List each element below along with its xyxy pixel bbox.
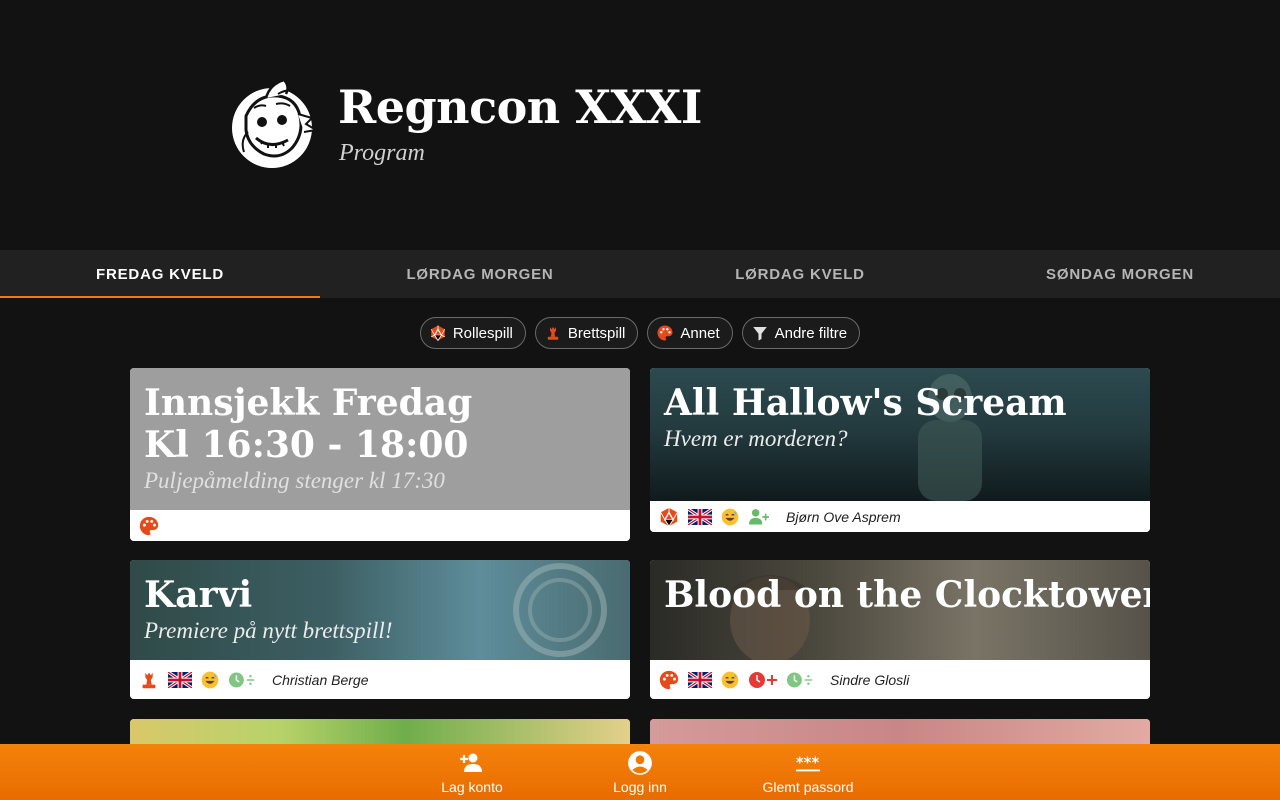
goat-logo-icon[interactable] [226,74,322,174]
event-meta: Sindre Glosli [650,660,1150,699]
account-circle-icon [628,750,652,775]
d20-icon [430,325,445,342]
clock-plus-icon [749,671,777,688]
d20-icon [660,507,678,527]
filter-chip-annet[interactable]: Annet [647,317,733,349]
create-account-button[interactable]: Lag konto [388,744,556,800]
filter-chip-andre-filtre[interactable]: Andre filtre [741,317,861,349]
laughing-face-icon [721,671,739,688]
palette-icon [657,325,673,341]
chess-piece-icon [142,672,156,688]
filter-label: Annet [680,324,720,342]
event-title: Blood on the Clocktower [664,574,1150,616]
event-meta [130,510,630,541]
filter-label: Brettspill [567,324,626,342]
palette-icon [139,516,159,535]
event-title: Innsjekk Fredag [144,382,473,424]
event-card-banner: Innsjekk Fredag Kl 16:30 - 18:00 Puljepå… [130,368,630,510]
svg-text:***: *** [796,753,820,771]
laughing-face-icon [201,671,219,688]
banner-pattern-image [513,563,607,657]
password-icon: *** [795,753,821,771]
event-card-all-hallows-scream[interactable]: All Hallow's Scream Hvem er morderen? Bj… [650,368,1150,532]
event-card-banner: Karvi Premiere på nytt brettspill! [130,560,630,660]
header: Regncon XXXI Program [0,0,1280,250]
event-card-banner: All Hallow's Scream Hvem er morderen? [650,368,1150,501]
add-person-icon [749,508,769,524]
event-card-innsjekk[interactable]: Innsjekk Fredag Kl 16:30 - 18:00 Puljepå… [130,368,630,541]
clock-split-icon [786,672,813,687]
tab-sondag-morgen[interactable]: SØNDAG MORGEN [960,250,1280,298]
filter-label: Andre filtre [774,324,848,342]
bottom-nav: Lag konto Logg inn *** Glemt passord [0,744,1280,800]
event-card-banner: Blood on the Clocktower [650,560,1150,660]
login-button[interactable]: Logg inn [556,744,724,800]
uk-flag-icon [168,671,192,688]
login-label: Logg inn [613,778,667,795]
create-account-label: Lag konto [441,778,503,795]
chess-piece-icon [547,327,559,340]
tab-fredag-kveld[interactable]: FREDAG KVELD [0,250,320,298]
laughing-face-icon [721,508,739,525]
clock-split-icon [228,672,255,687]
day-tabs: FREDAG KVELD LØRDAG MORGEN LØRDAG KVELD … [0,250,1280,298]
filter-chip-rollespill[interactable]: Rollespill [419,317,526,349]
tab-lordag-kveld[interactable]: LØRDAG KVELD [640,250,960,298]
event-meta: Christian Berge [130,660,630,699]
tab-lordag-morgen[interactable]: LØRDAG MORGEN [320,250,640,298]
game-master-name: Sindre Glosli [830,671,910,688]
game-master-name: Bjørn Ove Asprem [786,508,901,525]
site-title: Regncon XXXI [338,80,702,134]
uk-flag-icon [688,508,712,525]
filter-icon [752,327,767,341]
event-subtitle: Hvem er morderen? [664,426,848,451]
event-title: Karvi [144,574,253,616]
filter-label: Rollespill [452,324,513,342]
uk-flag-icon [688,671,712,688]
event-subtitle: Puljepåmelding stenger kl 17:30 [144,468,445,493]
forgot-password-button[interactable]: *** Glemt passord [724,744,892,800]
event-meta: Bjørn Ove Asprem [650,501,1150,532]
palette-icon [659,670,679,689]
site-subtitle: Program [339,140,425,166]
game-master-name: Christian Berge [272,671,369,688]
event-title-time: Kl 16:30 - 18:00 [144,424,469,466]
filter-chip-brettspill[interactable]: Brettspill [534,317,639,349]
forgot-password-label: Glemt passord [762,778,854,795]
event-title: All Hallow's Scream [664,382,1067,424]
event-card-karvi[interactable]: Karvi Premiere på nytt brettspill! Chris… [130,560,630,699]
filter-bar: Rollespill Brettspill Annet Andre filtre [0,317,1280,349]
event-card-blood-on-the-clocktower[interactable]: Blood on the Clocktower Sindre Glosli [650,560,1150,699]
add-person-icon [460,753,482,772]
event-subtitle: Premiere på nytt brettspill! [144,618,393,643]
